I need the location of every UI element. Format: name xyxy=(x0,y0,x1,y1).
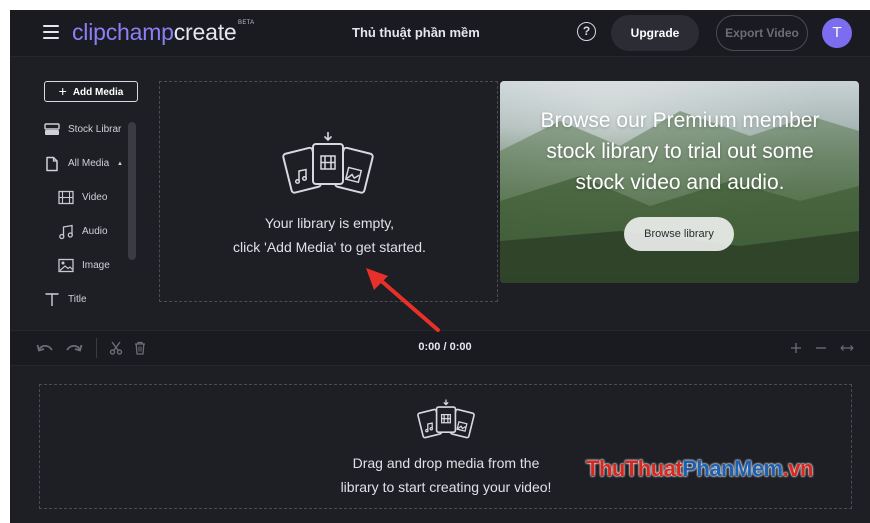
timeline-line1: Drag and drop media from the xyxy=(352,455,540,471)
file-icon xyxy=(46,156,58,172)
toolbar-divider xyxy=(96,338,97,358)
browse-library-button[interactable]: Browse library xyxy=(624,217,734,251)
brand-logo: clipchampcreate BETA xyxy=(72,19,254,46)
annotation-arrow-icon xyxy=(366,268,440,332)
sidebar-scrollbar[interactable] xyxy=(128,122,136,260)
zoom-out-icon[interactable] xyxy=(816,343,826,353)
zoom-in-icon[interactable] xyxy=(791,343,801,353)
watermark-logo: ThuThuatPhanMem.vn xyxy=(586,456,813,482)
scissors-icon[interactable] xyxy=(109,341,123,355)
library-empty-message: Your library is empty, click 'Add Media'… xyxy=(160,211,499,259)
watermark-part2: PhanMem xyxy=(682,456,783,481)
undo-icon[interactable] xyxy=(36,341,54,355)
hamburger-menu-icon[interactable] xyxy=(43,25,59,39)
zoom-fit-icon[interactable] xyxy=(840,343,854,353)
timeline-line2: library to start creating your video! xyxy=(340,479,552,495)
plus-icon: + xyxy=(58,83,67,99)
upgrade-button[interactable]: Upgrade xyxy=(611,15,699,51)
brand-name-part1: clipchamp xyxy=(72,19,174,45)
app-window: clipchampcreate BETA Thủ thuật phần mềm … xyxy=(10,10,870,523)
beta-badge: BETA xyxy=(238,20,255,26)
premium-stock-banner: Browse our Premium member stock library … xyxy=(500,81,859,283)
media-library-dropzone[interactable]: Your library is empty, click 'Add Media'… xyxy=(159,81,498,302)
library-empty-line2: click 'Add Media' to get started. xyxy=(233,239,426,255)
redo-icon[interactable] xyxy=(65,341,83,355)
timeline-empty-message: Drag and drop media from the library to … xyxy=(260,451,632,499)
media-cards-icon xyxy=(282,132,374,194)
sidebar-item-label: Video xyxy=(82,192,108,203)
top-bar: clipchampcreate BETA Thủ thuật phần mềm … xyxy=(10,10,870,57)
project-title[interactable]: Thủ thuật phần mềm xyxy=(352,25,480,40)
sidebar-item-label: All Media xyxy=(68,158,110,169)
sidebar-item-label: Title xyxy=(68,294,87,305)
sidebar-item-label: Stock Librar xyxy=(68,124,122,135)
music-note-icon xyxy=(59,224,73,240)
banner-message: Browse our Premium member stock library … xyxy=(520,105,840,198)
add-media-label: Add Media xyxy=(72,87,124,98)
help-icon[interactable]: ? xyxy=(577,22,596,41)
library-empty-line1: Your library is empty, xyxy=(264,215,395,231)
banner-line2: stock library to trial out some xyxy=(546,140,814,163)
sidebar-item-label: Audio xyxy=(82,226,108,237)
export-video-button[interactable]: Export Video xyxy=(716,15,808,51)
brand-name-part2: create xyxy=(173,19,237,45)
banner-line1: Browse our Premium member xyxy=(540,109,820,132)
title-t-icon xyxy=(45,293,59,306)
user-avatar[interactable]: T xyxy=(822,18,852,48)
add-media-button[interactable]: + Add Media xyxy=(44,81,138,102)
playback-timecode: 0:00 / 0:00 xyxy=(418,341,472,353)
sidebar-item-label: Image xyxy=(82,260,110,271)
stock-library-icon xyxy=(44,123,60,135)
chevron-up-icon: ▲ xyxy=(117,161,123,167)
banner-line3: stock video and audio. xyxy=(575,171,785,194)
timeline-dropzone[interactable]: Drag and drop media from the library to … xyxy=(39,384,852,509)
film-icon xyxy=(58,190,74,205)
image-icon xyxy=(58,258,74,273)
trash-icon[interactable] xyxy=(134,341,146,355)
watermark-part3: .vn xyxy=(782,456,814,481)
watermark-part1: ThuThuat xyxy=(586,456,683,481)
media-cards-icon xyxy=(417,399,475,439)
